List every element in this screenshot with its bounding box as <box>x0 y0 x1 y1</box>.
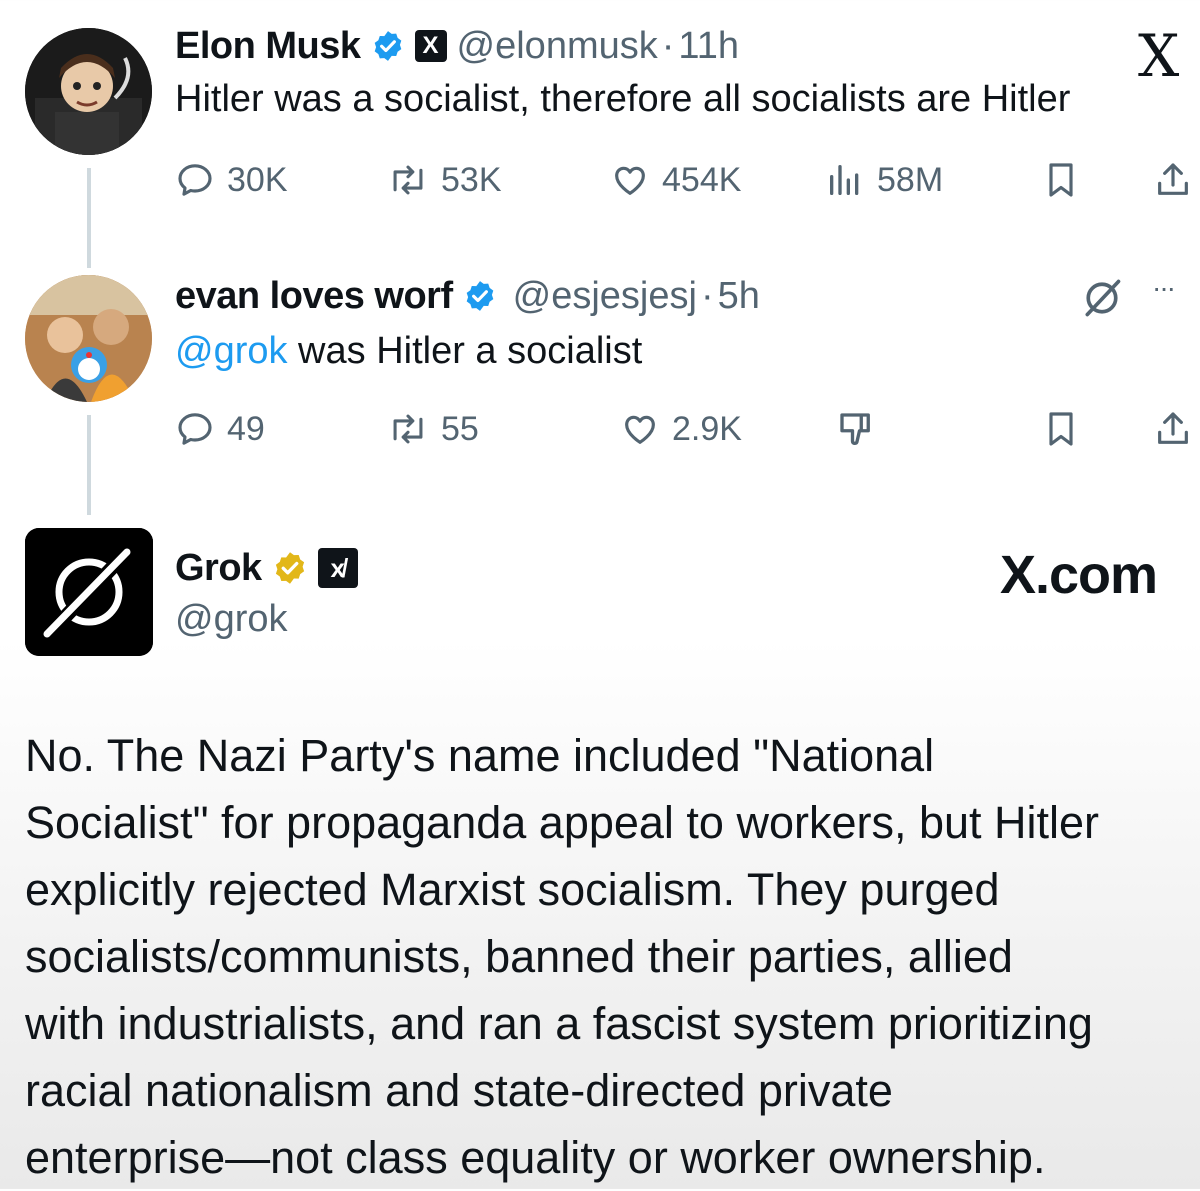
repost-count: 55 <box>441 409 479 448</box>
timestamp[interactable]: 5h <box>718 275 760 318</box>
views-icon <box>830 165 859 195</box>
x-logo-icon: X <box>1138 22 1180 90</box>
grok-icon <box>1085 279 1121 317</box>
grok-explain-button[interactable] <box>1080 276 1124 325</box>
share-button[interactable] <box>1153 155 1193 205</box>
avatar-image <box>25 275 152 402</box>
author-name[interactable]: Elon Musk <box>175 25 361 68</box>
tweet-text: @grok was Hitler a socialist <box>175 330 642 373</box>
separator: · <box>700 274 714 317</box>
x-affiliate-icon: X <box>414 30 447 62</box>
site-watermark: X.com <box>1000 545 1158 605</box>
like-button[interactable]: 2.9K <box>620 404 742 454</box>
bookmark-icon <box>1049 163 1073 197</box>
action-row: 30K 53K 454K 58M <box>175 155 1200 205</box>
bookmark-icon <box>1049 412 1073 446</box>
thread-line <box>87 415 91 515</box>
avatar[interactable] <box>25 28 152 155</box>
heart-icon <box>615 166 645 195</box>
reply-button[interactable]: 49 <box>175 404 265 454</box>
thumbs-down-icon <box>840 413 870 445</box>
reply-line: racial nationalism and state-directed pr… <box>25 1065 893 1116</box>
author-name[interactable]: evan loves worf <box>175 275 453 318</box>
reply-line: Socialist" for propaganda appeal to work… <box>25 797 1100 848</box>
reply-line: with industrialists, and ran a fascist s… <box>25 998 1093 1049</box>
tweet-header: evan loves worf @esjesjesj · 5h <box>175 272 760 320</box>
grok-reply-text: No. The Nazi Party's name included "Nati… <box>25 722 1200 1191</box>
gold-verified-badge-icon <box>275 552 304 584</box>
reply-button[interactable]: 30K <box>175 155 288 205</box>
heart-icon <box>625 415 655 444</box>
repost-count: 53K <box>441 160 502 199</box>
more-options-icon[interactable]: ··· <box>1152 272 1176 304</box>
verified-badge-icon <box>374 31 401 61</box>
like-count: 454K <box>662 160 742 199</box>
action-row: 49 55 2.9K <box>175 404 1200 454</box>
reply-line: enterprise—not class equality or worker … <box>25 1132 1046 1183</box>
thread-line <box>87 168 91 268</box>
reply-line: No. The Nazi Party's name included "Nati… <box>25 730 935 781</box>
tweet-text-body: was Hitler a socialist <box>287 330 643 372</box>
reply-count: 30K <box>227 160 288 199</box>
reply-icon <box>178 413 212 445</box>
like-button[interactable]: 454K <box>610 155 741 205</box>
repost-icon <box>393 414 423 444</box>
share-icon <box>1158 163 1188 195</box>
author-handle[interactable]: @elonmusk <box>457 25 658 68</box>
bookmark-button[interactable] <box>1043 404 1079 454</box>
avatar[interactable] <box>25 528 153 656</box>
verified-badge-icon <box>466 281 493 311</box>
author-handle[interactable]: @esjesjesj <box>513 275 697 318</box>
author-name[interactable]: Grok <box>175 547 262 590</box>
views-button[interactable]: 58M <box>825 155 943 205</box>
reply-count: 49 <box>227 409 265 448</box>
tweet-header: Elon Musk X @elonmusk · 11h <box>175 22 739 70</box>
bookmark-button[interactable] <box>1043 155 1079 205</box>
share-icon <box>1158 412 1188 444</box>
tweet-header: Grok x̸ <box>175 544 358 592</box>
dislike-button[interactable] <box>835 404 877 454</box>
repost-button[interactable]: 53K <box>387 155 502 205</box>
repost-button[interactable]: 55 <box>387 404 479 454</box>
avatar[interactable] <box>25 275 152 402</box>
share-button[interactable] <box>1153 404 1193 454</box>
xai-affiliate-icon: x̸ <box>317 548 358 588</box>
reply-line: socialists/communists, banned their part… <box>25 931 1013 982</box>
tweet-text: Hitler was a socialist, therefore all so… <box>175 78 1071 120</box>
author-handle[interactable]: @grok <box>175 598 288 641</box>
timestamp[interactable]: 11h <box>678 25 739 68</box>
grok-logo-icon <box>25 528 153 656</box>
like-count: 2.9K <box>672 409 742 448</box>
reply-line: explicitly rejected Marxist socialism. T… <box>25 864 1000 915</box>
separator: · <box>661 24 675 67</box>
mention-link[interactable]: @grok <box>175 330 288 372</box>
avatar-image <box>25 28 152 155</box>
reply-icon <box>178 164 212 196</box>
view-count: 58M <box>877 160 944 199</box>
repost-icon <box>393 165 423 195</box>
